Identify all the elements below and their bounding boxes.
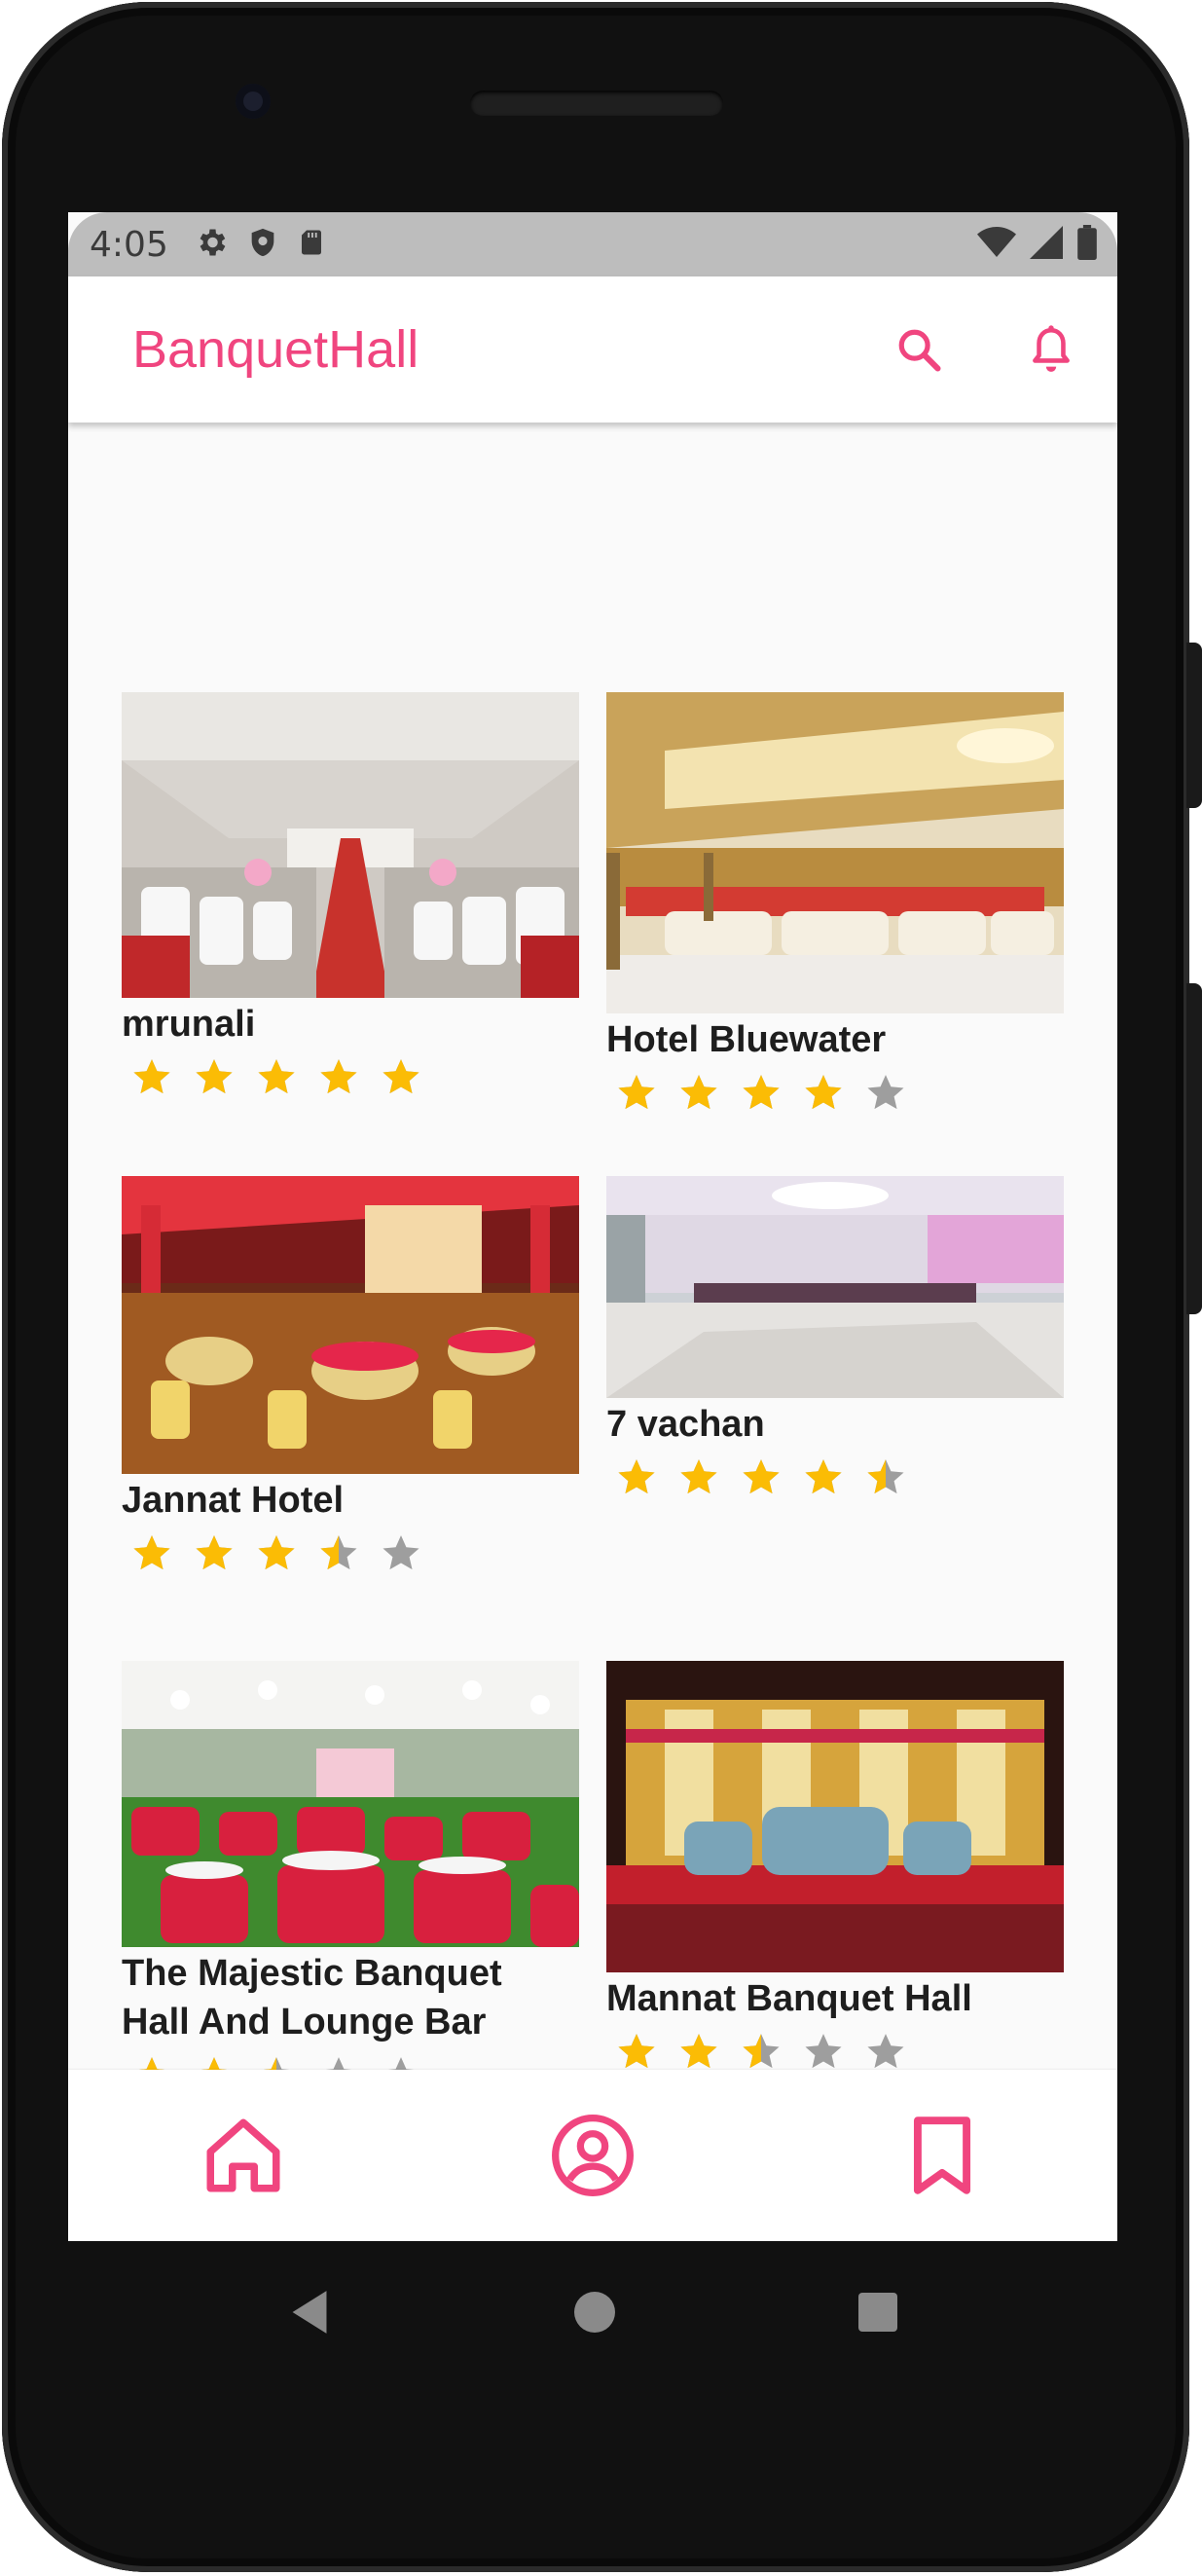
venue-card[interactable]: 7 vachan (606, 1176, 1064, 1497)
star-icon (196, 1535, 233, 1570)
system-navigation (68, 2241, 1117, 2387)
venue-name: Mannat Banquet Hall (606, 1978, 972, 2019)
star-icon (743, 1075, 780, 1110)
venue-grid: mrunali Hotel Bluewater Jannat Hotel 7 v… (68, 423, 1117, 2155)
rating-stars (616, 1456, 1064, 1497)
venue-card[interactable]: Hotel Bluewater (606, 692, 1064, 1113)
circle-home-icon (574, 2291, 615, 2333)
power-button (1186, 983, 1202, 1314)
star-icon (618, 1075, 655, 1110)
search-icon (898, 329, 941, 372)
star-icon (805, 1075, 842, 1110)
star-icon (805, 1459, 842, 1494)
status-time: 4:05 (90, 224, 168, 265)
nav-home-button[interactable] (195, 2107, 292, 2204)
star-icon (618, 1459, 655, 1494)
profile-icon (552, 2115, 634, 2196)
star-icon (867, 1459, 904, 1494)
search-button[interactable] (892, 322, 946, 377)
venue-name: Jannat Hotel (122, 1480, 345, 1521)
star-icon (867, 1075, 904, 1110)
home-icon (206, 2118, 280, 2192)
bookmark-icon (914, 2116, 971, 2194)
venue-card[interactable]: The Majestic Banquet Hall And Lounge Bar (122, 1661, 579, 2095)
app-bar: BanquetHall (68, 276, 1117, 423)
star-icon (258, 1059, 295, 1094)
star-icon (743, 1459, 780, 1494)
star-icon (867, 2034, 904, 2069)
star-icon (320, 1535, 357, 1570)
status-bar: 4:05 (68, 212, 1117, 276)
wifi-icon (977, 226, 1016, 264)
rating-stars (131, 1056, 579, 1097)
star-icon (133, 1059, 170, 1094)
sd-card-icon (297, 226, 326, 264)
venue-card[interactable]: mrunali (122, 692, 579, 1097)
home-system-button[interactable] (574, 2291, 615, 2337)
venue-name: Hotel Bluewater (606, 1019, 887, 1060)
settings-icon (194, 225, 229, 265)
star-icon (133, 1535, 170, 1570)
venue-image (606, 1176, 1064, 1398)
volume-button (1186, 643, 1202, 808)
square-recents-icon (858, 2292, 897, 2332)
phone-frame: 4:05 BanquetHall mrunali Hotel Bluewater… (0, 0, 1202, 2576)
star-icon (196, 1059, 233, 1094)
nav-profile-button[interactable] (544, 2107, 641, 2204)
signal-icon (1030, 225, 1063, 264)
screen: 4:05 BanquetHall mrunali Hotel Bluewater… (68, 212, 1117, 2241)
star-icon (382, 1535, 419, 1570)
shield-icon (246, 225, 279, 265)
venue-image (122, 1176, 579, 1474)
star-icon (320, 1059, 357, 1094)
front-camera (236, 84, 271, 119)
notifications-button[interactable] (1024, 322, 1078, 377)
venue-image (122, 692, 579, 998)
venue-name: mrunali (122, 1004, 256, 1045)
venue-name: The Majestic Banquet Hall And Lounge Bar (122, 1953, 502, 2042)
venue-card[interactable]: Mannat Banquet Hall (606, 1661, 1064, 2072)
star-icon (680, 2034, 717, 2069)
venue-image (606, 1661, 1064, 1972)
venue-image (122, 1661, 579, 1947)
bell-icon (1033, 325, 1070, 372)
star-icon (680, 1075, 717, 1110)
star-icon (680, 1459, 717, 1494)
venue-image (606, 692, 1064, 1013)
star-icon (743, 2034, 780, 2069)
rating-stars (616, 2031, 1064, 2072)
back-button[interactable] (288, 2289, 331, 2340)
app-title: BanquetHall (132, 320, 419, 379)
venue-card[interactable]: Jannat Hotel (122, 1176, 579, 1573)
bottom-navigation (68, 2070, 1117, 2241)
star-icon (382, 1059, 419, 1094)
back-icon (292, 2290, 327, 2334)
star-icon (618, 2034, 655, 2069)
recents-button[interactable] (858, 2292, 897, 2337)
venue-name: 7 vachan (606, 1404, 765, 1445)
nav-bookmark-button[interactable] (893, 2107, 991, 2204)
star-icon (805, 2034, 842, 2069)
rating-stars (616, 1072, 1064, 1113)
star-icon (258, 1535, 295, 1570)
earpiece-speaker (470, 91, 723, 116)
battery-icon (1076, 224, 1098, 265)
rating-stars (131, 1532, 579, 1573)
